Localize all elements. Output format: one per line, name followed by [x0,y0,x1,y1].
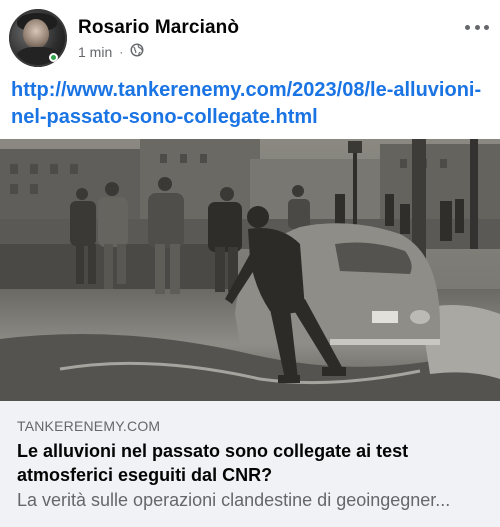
post-link[interactable]: http://www.tankerenemy.com/2023/08/le-al… [11,77,491,131]
post-header: Rosario Marcianò 1 min · [0,0,500,72]
author-avatar[interactable] [9,9,67,67]
meta-separator: · [119,44,124,59]
more-options-icon[interactable] [465,20,489,34]
globe-icon[interactable] [130,43,144,60]
link-preview-card[interactable]: TANKERENEMY.COM Le alluvioni nel passato… [0,401,500,527]
link-title[interactable]: Le alluvioni nel passato sono collegate … [17,439,487,487]
author-name[interactable]: Rosario Marcianò [78,17,239,39]
post-time[interactable]: 1 min [78,44,112,60]
online-status-dot [49,53,58,62]
link-description: La verità sulle operazioni clandestine d… [17,490,451,510]
link-domain: TANKERENEMY.COM [17,418,161,434]
post-meta: 1 min · [78,43,144,60]
link-preview-image[interactable] [0,139,500,401]
